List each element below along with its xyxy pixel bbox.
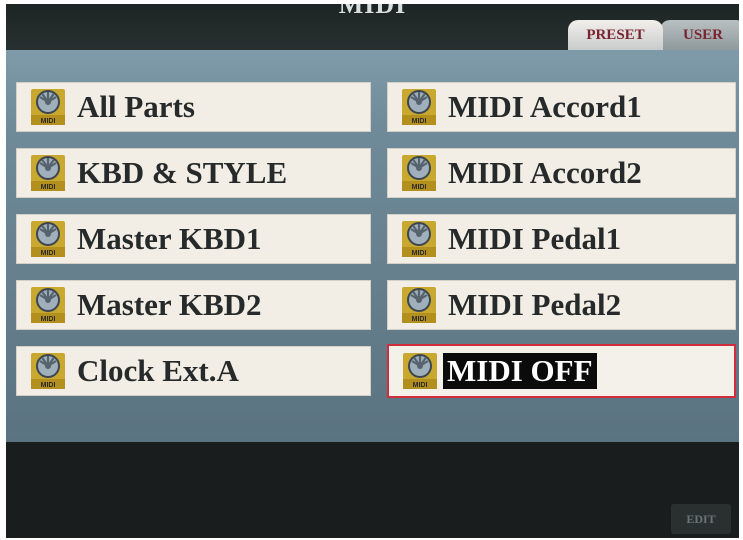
midi-icon <box>402 89 436 125</box>
item-label-selected: MIDI OFF <box>443 353 597 389</box>
midi-screen: MIDI USER PRESET All Parts KBD & STYLE M… <box>6 4 739 538</box>
preset-list-panel: All Parts KBD & STYLE Master KBD1 Master… <box>6 50 739 442</box>
list-item-midi-pedal1[interactable]: MIDI Pedal1 <box>387 214 736 264</box>
list-item-midi-accord2[interactable]: MIDI Accord2 <box>387 148 736 198</box>
midi-icon <box>31 221 65 257</box>
midi-icon <box>402 221 436 257</box>
footer-bar: EDIT <box>6 442 739 538</box>
item-label: KBD & STYLE <box>77 155 288 190</box>
list-item-all-parts[interactable]: All Parts <box>16 82 371 132</box>
item-label: Master KBD1 <box>77 221 262 256</box>
item-label: Clock Ext.A <box>77 353 239 388</box>
tab-preset[interactable]: PRESET <box>568 20 663 50</box>
list-item-midi-pedal2[interactable]: MIDI Pedal2 <box>387 280 736 330</box>
list-item-midi-accord1[interactable]: MIDI Accord1 <box>387 82 736 132</box>
midi-icon <box>31 353 65 389</box>
item-label: MIDI Accord1 <box>448 89 642 124</box>
item-label: MIDI Pedal2 <box>448 287 622 322</box>
screen-title: MIDI <box>338 4 407 19</box>
item-label: MIDI Accord2 <box>448 155 642 190</box>
edit-button[interactable]: EDIT <box>671 504 731 534</box>
list-item-kbd-style[interactable]: KBD & STYLE <box>16 148 371 198</box>
item-label: Master KBD2 <box>77 287 262 322</box>
midi-icon <box>402 287 436 323</box>
midi-icon <box>31 155 65 191</box>
midi-icon <box>31 89 65 125</box>
list-item-midi-off[interactable]: MIDI OFF <box>387 344 736 398</box>
list-item-master-kbd2[interactable]: Master KBD2 <box>16 280 371 330</box>
tab-user[interactable]: USER <box>660 20 739 50</box>
item-label: All Parts <box>77 89 195 124</box>
list-item-clock-ext-a[interactable]: Clock Ext.A <box>16 346 371 396</box>
midi-icon <box>31 287 65 323</box>
midi-icon <box>403 353 437 389</box>
list-item-master-kbd1[interactable]: Master KBD1 <box>16 214 371 264</box>
midi-icon <box>402 155 436 191</box>
item-label: MIDI Pedal1 <box>448 221 622 256</box>
